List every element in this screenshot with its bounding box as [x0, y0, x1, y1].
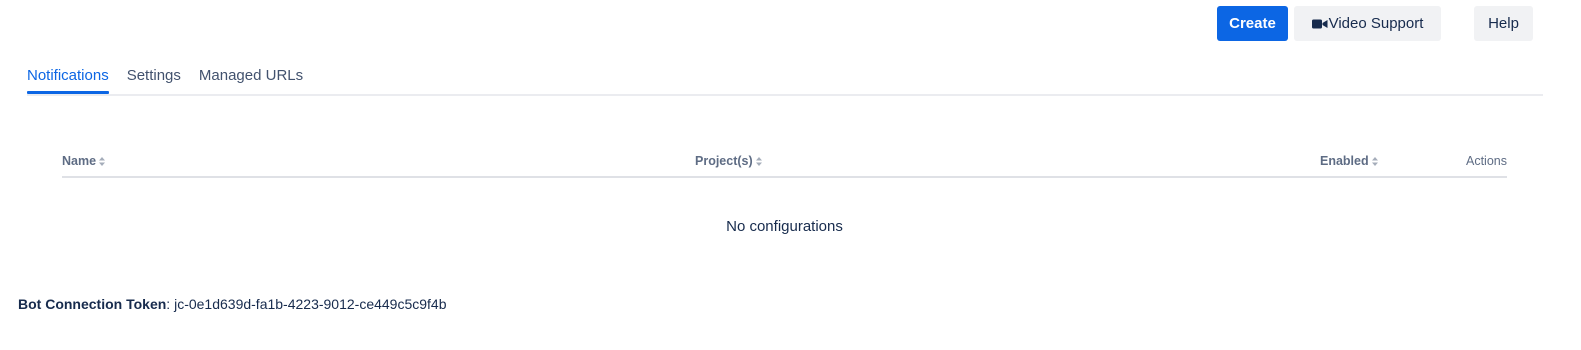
tab-bar: Notifications Settings Managed URLs: [27, 64, 1543, 96]
empty-state-message: No configurations: [726, 218, 843, 235]
column-header-name-label: Name: [62, 154, 97, 168]
column-header-projects-label: Project(s): [695, 154, 753, 168]
token-value: jc-0e1d639d-fa1b-4223-9012-ce449c5c9f4b: [174, 296, 447, 312]
video-support-button[interactable]: Video Support: [1294, 6, 1441, 41]
column-header-name[interactable]: Name: [62, 154, 106, 168]
bot-connection-token: Bot Connection Token: jc-0e1d639d-fa1b-4…: [18, 296, 447, 312]
video-support-label: Video Support: [1328, 15, 1424, 32]
column-header-projects[interactable]: Project(s): [695, 154, 762, 168]
top-toolbar: Create Video Support Help: [1217, 6, 1533, 41]
create-button[interactable]: Create: [1217, 6, 1288, 41]
column-header-enabled[interactable]: Enabled: [1320, 154, 1378, 168]
configurations-table: Name Project(s) Enabled Actions No confi…: [62, 150, 1507, 235]
column-header-actions: Actions: [1466, 154, 1507, 168]
tab-managed-urls[interactable]: Managed URLs: [199, 64, 303, 91]
sort-icon: [99, 156, 106, 166]
help-button[interactable]: Help: [1474, 6, 1533, 41]
sort-icon: [755, 156, 762, 166]
column-header-enabled-label: Enabled: [1320, 154, 1369, 168]
page: Create Video Support Help Notifications …: [0, 0, 1581, 350]
table-header: Name Project(s) Enabled Actions: [62, 150, 1507, 178]
sort-icon: [1371, 156, 1378, 166]
column-header-actions-label: Actions: [1466, 154, 1507, 168]
token-separator: :: [166, 296, 175, 312]
tab-notifications[interactable]: Notifications: [27, 64, 109, 94]
video-camera-icon: [1311, 19, 1328, 29]
tab-settings[interactable]: Settings: [127, 64, 181, 91]
token-label: Bot Connection Token: [18, 296, 167, 312]
